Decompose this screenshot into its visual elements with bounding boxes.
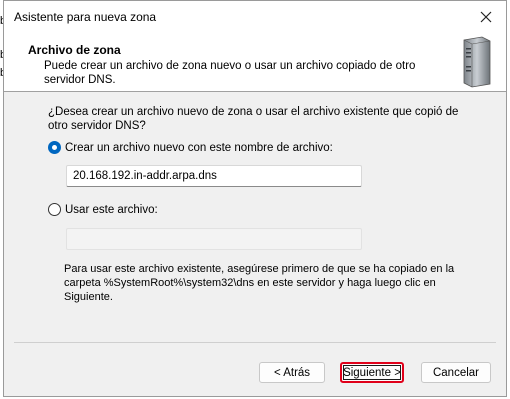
button-divider (14, 342, 496, 343)
cancel-button[interactable]: Cancelar (421, 362, 491, 383)
create-new-file-option[interactable]: Crear un archivo nuevo con este nombre d… (48, 141, 333, 154)
existing-file-input[interactable] (66, 228, 362, 250)
window-title: Asistente para nueva zona (14, 10, 157, 24)
create-new-file-radio[interactable] (48, 141, 61, 154)
close-icon (480, 11, 492, 23)
use-existing-file-label: Usar este archivo: (65, 203, 158, 216)
wizard-content: ¿Desea crear un archivo nuevo de zona o … (4, 92, 506, 396)
existing-file-info-text: Para usar este archivo existente, asegúr… (64, 263, 455, 303)
wizard-header: Archivo de zona Puede crear un archivo d… (4, 34, 506, 92)
question-text: ¿Desea crear un archivo nuevo de zona o … (48, 106, 459, 132)
page-subtitle: Puede crear un archivo de zona nuevo o u… (44, 60, 416, 86)
server-icon (463, 36, 491, 88)
use-existing-file-option[interactable]: Usar este archivo: (48, 203, 158, 216)
close-button[interactable] (474, 6, 498, 28)
use-existing-file-radio[interactable] (48, 203, 61, 216)
new-zone-wizard-dialog: Asistente para nueva zona Archivo de zon… (3, 0, 507, 397)
next-button[interactable]: Siguiente > (340, 362, 404, 383)
new-file-name-input[interactable]: 20.168.192.in-addr.arpa.dns (66, 165, 362, 187)
title-bar: Asistente para nueva zona (4, 1, 506, 34)
page-title: Archivo de zona (28, 43, 121, 57)
create-new-file-label: Crear un archivo nuevo con este nombre d… (65, 141, 333, 154)
back-button[interactable]: < Atrás (259, 362, 325, 383)
